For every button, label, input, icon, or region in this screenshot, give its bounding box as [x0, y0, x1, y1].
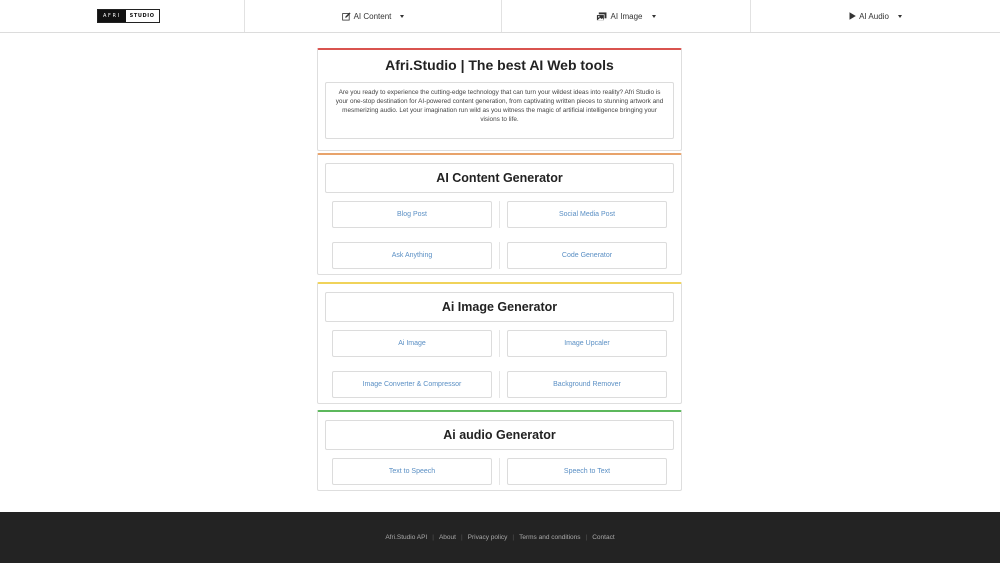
site-logo[interactable]: AFRI STUDIO	[97, 9, 160, 23]
code-generator-button[interactable]: Code Generator	[507, 242, 667, 269]
social-media-post-button[interactable]: Social Media Post	[507, 201, 667, 228]
image-converter-button[interactable]: Image Converter & Compressor	[332, 371, 492, 398]
images-icon	[596, 11, 607, 21]
background-remover-button[interactable]: Background Remover	[507, 371, 667, 398]
footer-link-about[interactable]: About	[434, 534, 461, 541]
nav-item-ai-content[interactable]: AI Content	[245, 0, 502, 32]
section-title: Ai audio Generator	[325, 420, 674, 450]
audio-generator-card: Ai audio Generator Text to Speech Speech…	[317, 410, 682, 491]
nav-item-label: AI Content	[353, 11, 392, 21]
column-divider	[499, 330, 500, 357]
ask-anything-button[interactable]: Ask Anything	[332, 242, 492, 269]
section-title: Ai Image Generator	[325, 292, 674, 322]
footer-link-privacy[interactable]: Privacy policy	[463, 534, 513, 541]
logo-container: AFRI STUDIO	[0, 0, 245, 32]
footer: Afri.Studio API | About | Privacy policy…	[0, 512, 1000, 563]
intro-card: Afri.Studio | The best AI Web tools Are …	[317, 48, 682, 151]
footer-link-terms[interactable]: Terms and conditions	[514, 534, 585, 541]
edit-icon	[341, 11, 351, 21]
top-navbar: AFRI STUDIO AI Content AI Image AI Audio	[0, 0, 1000, 33]
logo-part-studio: STUDIO	[125, 10, 159, 22]
intro-description-box: Are you ready to experience the cutting-…	[325, 82, 674, 139]
column-divider	[499, 242, 500, 269]
section-title: AI Content Generator	[325, 163, 674, 193]
blog-post-button[interactable]: Blog Post	[332, 201, 492, 228]
play-icon	[849, 12, 856, 20]
content-generator-card: AI Content Generator Blog Post Social Me…	[317, 153, 682, 275]
column-divider	[499, 458, 500, 485]
nav-item-label: AI Audio	[859, 11, 889, 21]
footer-links: Afri.Studio API | About | Privacy policy…	[380, 534, 619, 541]
image-generator-card: Ai Image Generator Ai Image Image Upcale…	[317, 282, 682, 404]
footer-link-api[interactable]: Afri.Studio API	[380, 534, 432, 541]
nav-item-label: AI Image	[610, 11, 643, 21]
logo-part-afri: AFRI	[98, 10, 126, 22]
column-divider	[499, 201, 500, 228]
chevron-down-icon	[897, 14, 902, 18]
image-upscaler-button[interactable]: Image Upcaler	[507, 330, 667, 357]
page-title: Afri.Studio | The best AI Web tools	[385, 57, 614, 73]
column-divider	[499, 371, 500, 398]
speech-to-text-button[interactable]: Speech to Text	[507, 458, 667, 485]
chevron-down-icon	[651, 14, 656, 18]
nav-item-ai-image[interactable]: AI Image	[502, 0, 751, 32]
footer-link-contact[interactable]: Contact	[587, 534, 619, 541]
chevron-down-icon	[400, 14, 405, 18]
text-to-speech-button[interactable]: Text to Speech	[332, 458, 492, 485]
nav-item-ai-audio[interactable]: AI Audio	[751, 0, 1000, 32]
intro-description: Are you ready to experience the cutting-…	[335, 89, 664, 123]
ai-image-button[interactable]: Ai Image	[332, 330, 492, 357]
